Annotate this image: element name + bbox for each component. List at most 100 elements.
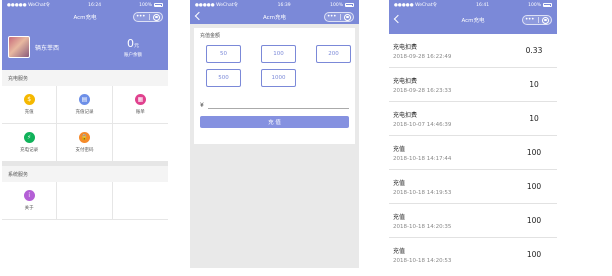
more-icon[interactable]: ••• — [327, 14, 337, 20]
grid-item[interactable]: $ 充值 — [2, 86, 58, 124]
amount-option[interactable]: 1000 — [261, 69, 296, 87]
record-amount: 10 — [529, 114, 539, 123]
record-info: 充值 2018-10-18 14:17:44 — [393, 144, 451, 162]
service-grid: $ 充值 ▤ 充值记录 ▦ 账单 ⚡ 充电记录 🔒 支付密码 — [2, 86, 168, 162]
amount-option[interactable]: 100 — [261, 45, 296, 63]
bill-icon: ▦ — [134, 94, 146, 105]
battery-label: 100% — [330, 2, 343, 8]
record-amount: 0.33 — [525, 46, 543, 55]
balance-unit: 元 — [133, 43, 139, 49]
close-target-icon[interactable] — [542, 16, 550, 24]
page-title: Acm充电 — [461, 18, 485, 24]
moneybag-icon: $ — [23, 94, 35, 105]
record-row[interactable]: 充电扣费 2018-09-28 16:23:33 10 — [389, 68, 557, 102]
record-info: 充值 2018-10-18 14:20:53 — [393, 246, 451, 264]
grid-empty-cell — [57, 182, 113, 220]
amount-options: 50 100 200 500 1000 — [206, 45, 351, 87]
battery-label: 100% — [528, 2, 541, 8]
recharge-screen: ●●●●● WeChat令 16:39 100% Acm充电 ••• 充值金额 … — [190, 0, 359, 268]
record-amount: 100 — [526, 182, 542, 191]
record-title: 充值 — [393, 179, 406, 187]
record-list: 充电扣费 2018-09-28 16:22:49 0.33 充电扣费 2018-09-2… — [389, 34, 557, 268]
mini-program-capsule[interactable]: ••• — [133, 12, 163, 22]
mini-program-capsule[interactable]: ••• — [522, 15, 552, 25]
record-info: 充电扣费 2018-10-07 14:46:39 — [393, 110, 451, 128]
grid-item[interactable]: ⚡ 充电记录 — [2, 124, 58, 162]
home-screen: ●●●●● WeChat令 16:24 100% Acm充电 ••• 辆东莘西 … — [2, 0, 168, 268]
service-section-title: 充电服务 — [2, 70, 168, 86]
amount-option[interactable]: 500 — [206, 69, 241, 87]
record-row[interactable]: 充电扣费 2018-09-28 16:22:49 0.33 — [389, 34, 557, 68]
amount-input-row: ¥ — [200, 97, 349, 109]
status-bar: ●●●●● WeChat令 16:24 100% — [2, 0, 168, 10]
grid-item-label: 关于 — [24, 206, 34, 211]
record-amount: 100 — [526, 250, 542, 259]
record-row[interactable]: 充值 2018-10-18 14:17:44 100 — [389, 136, 557, 170]
record-time: 2018-09-28 16:22:49 — [393, 53, 452, 60]
battery-label: 100% — [139, 2, 152, 8]
back-icon[interactable] — [194, 11, 204, 21]
record-time: 2018-10-18 14:19:53 — [393, 189, 452, 196]
grid-item[interactable]: i 关于 — [2, 182, 58, 220]
record-time: 2018-10-18 14:17:44 — [393, 155, 452, 162]
records-header: ●●●●● WeChat令 16:41 100% Acm充电 ••• — [389, 0, 557, 34]
grid-item-label: 充电记录 — [20, 148, 39, 153]
battery-icon — [344, 3, 354, 7]
balance-label: 账户余额 — [124, 53, 142, 58]
clock: 16:41 — [476, 2, 490, 8]
nav-bar: Acm充电 ••• — [389, 10, 557, 30]
more-icon[interactable]: ••• — [525, 17, 535, 23]
close-target-icon[interactable] — [153, 13, 161, 21]
nav-bar: Acm充电 ••• — [190, 10, 359, 24]
grid-item-label: 充值记录 — [75, 110, 94, 115]
nav-bar: Acm充电 ••• — [2, 10, 168, 24]
home-header: ●●●●● WeChat令 16:24 100% Acm充电 ••• 辆东莘西 … — [2, 0, 168, 70]
system-grid: i 关于 — [2, 182, 168, 220]
page-title: Acm充电 — [73, 15, 97, 21]
grid-item-label: 账单 — [135, 110, 145, 115]
record-amount: 100 — [526, 148, 542, 157]
amount-option[interactable]: 50 — [206, 45, 241, 63]
close-target-icon[interactable] — [344, 13, 352, 21]
grid-item-label: 支付密码 — [75, 148, 94, 153]
grid-empty-cell — [112, 124, 168, 162]
record-icon: ▤ — [78, 94, 90, 105]
recharge-submit-button[interactable]: 充 值 — [200, 116, 349, 128]
record-title: 充值 — [393, 213, 406, 221]
avatar[interactable] — [8, 36, 30, 58]
record-row[interactable]: 充值 2018-10-18 14:19:53 100 — [389, 170, 557, 204]
clock: 16:24 — [88, 2, 102, 8]
battery-icon — [542, 3, 552, 7]
balance-display: 0元 账户余额 — [124, 32, 142, 58]
record-info: 充值 2018-10-18 14:19:53 — [393, 178, 451, 196]
record-time: 2018-09-28 16:23:33 — [393, 87, 452, 94]
charge-icon: ⚡ — [23, 132, 35, 143]
system-section-title: 系统服务 — [2, 166, 168, 182]
profile-card: 辆东莘西 0元 账户余额 — [2, 24, 168, 70]
amount-option[interactable]: 200 — [316, 45, 351, 63]
grid-item[interactable]: 🔒 支付密码 — [57, 124, 113, 162]
grid-empty-cell — [112, 182, 168, 220]
record-time: 2018-10-18 14:20:35 — [393, 223, 452, 230]
more-icon[interactable]: ••• — [136, 14, 146, 20]
record-row[interactable]: 充值 2018-10-18 14:20:35 100 — [389, 204, 557, 238]
info-icon: i — [23, 190, 35, 201]
record-time: 2018-10-18 14:20:53 — [393, 257, 452, 264]
record-row[interactable]: 充电扣费 2018-10-07 14:46:39 10 — [389, 102, 557, 136]
record-amount: 100 — [526, 216, 542, 225]
grid-item[interactable]: ▦ 账单 — [112, 86, 168, 124]
record-row[interactable]: 充值 2018-10-18 14:20:53 100 — [389, 238, 557, 268]
record-title: 充值 — [393, 145, 406, 153]
record-info: 充电扣费 2018-09-28 16:22:49 — [393, 42, 451, 60]
mini-program-capsule[interactable]: ••• — [324, 12, 354, 22]
back-icon[interactable] — [393, 14, 403, 24]
amount-input[interactable] — [207, 99, 349, 109]
username: 辆东莘西 — [35, 44, 60, 52]
carrier-label: ●●●●● WeChat令 — [195, 3, 239, 8]
record-title: 充值 — [393, 247, 406, 255]
record-info: 充值 2018-10-18 14:20:35 — [393, 212, 451, 230]
record-info: 充电扣费 2018-09-28 16:23:33 — [393, 76, 451, 94]
grid-item[interactable]: ▤ 充值记录 — [57, 86, 113, 124]
clock: 16:39 — [277, 2, 291, 8]
carrier-label: ●●●●● WeChat令 — [7, 3, 51, 8]
